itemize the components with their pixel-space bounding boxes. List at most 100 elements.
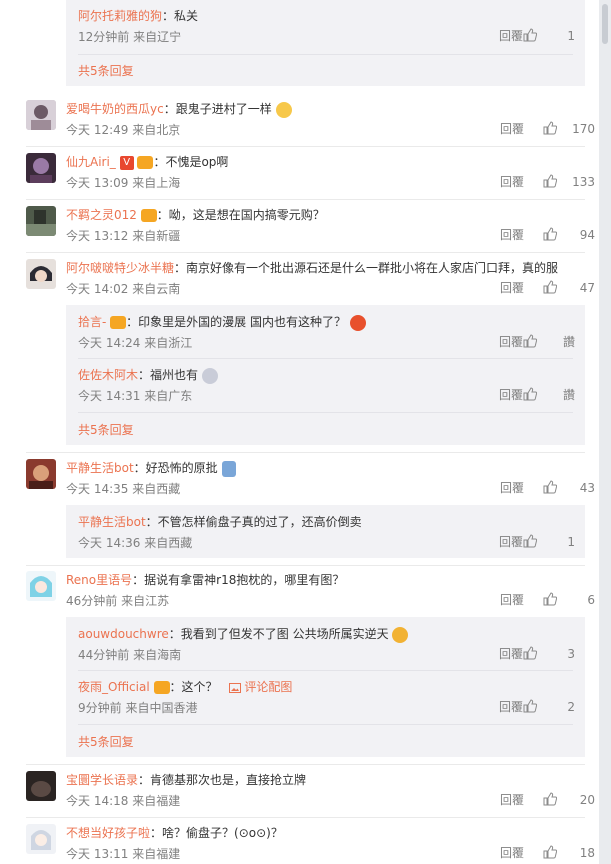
thumbs-up-icon <box>523 28 537 42</box>
like-count: 18 <box>579 846 595 860</box>
reply-username[interactable]: 平静生活bot <box>78 515 146 529</box>
like-count: 6 <box>587 593 595 607</box>
view-more-replies[interactable]: 共5条回复 <box>78 733 134 751</box>
reply-button[interactable]: 回覆 <box>499 386 523 404</box>
like-button[interactable]: 讚 <box>523 386 575 404</box>
like-count: 讚 <box>562 388 575 402</box>
reply-thread: aouwdouchwre：我看到了但发不了图 公共场所属实逆天 44分钟前 来自… <box>66 617 585 757</box>
avatar[interactable] <box>26 206 56 236</box>
like-button[interactable]: 18 <box>543 844 595 862</box>
comment-meta: 46分钟前 来自江苏 <box>66 594 170 608</box>
like-count: 20 <box>579 793 595 807</box>
comment-text: ：啥？偷盘子？(⊙o⊙)？ <box>150 826 283 840</box>
comment-meta: 今天 13:09 来自上海 <box>66 176 181 190</box>
comment-meta: 今天 13:11 来自福建 <box>66 847 181 861</box>
avatar-image <box>26 771 56 801</box>
comment-text: ：南京好像有一个批出源石还是什么一群批小将在人家店门口拜，真的服 <box>174 261 559 275</box>
thumbs-up-icon <box>543 121 557 135</box>
like-button[interactable]: 43 <box>543 479 595 497</box>
like-count: 43 <box>579 481 595 495</box>
like-count: 47 <box>579 281 595 295</box>
reply-button[interactable]: 回覆 <box>500 791 524 809</box>
comment-username[interactable]: 平静生活bot <box>66 461 134 475</box>
comment-meta: 今天 12:49 来自北京 <box>66 123 181 137</box>
like-count: 1 <box>567 29 575 43</box>
reply-text: ：福州也有 <box>138 368 199 382</box>
reply-button[interactable]: 回覆 <box>500 120 524 138</box>
like-count: 2 <box>567 700 575 714</box>
thumbs-up-icon <box>523 387 537 401</box>
thumbs-up-icon <box>543 280 557 294</box>
level-badge-icon <box>110 316 127 329</box>
view-more-replies[interactable]: 共5条回复 <box>78 421 134 439</box>
reply-button[interactable]: 回覆 <box>499 27 523 45</box>
laugh-emoji-icon <box>392 626 409 643</box>
reply-meta: 12分钟前 来自辽宁 <box>78 30 182 44</box>
shock-emoji-icon <box>201 367 218 384</box>
like-button[interactable]: 6 <box>543 591 595 609</box>
reply-button[interactable]: 回覆 <box>499 698 523 716</box>
comment-username[interactable]: Reno里语号 <box>66 573 132 587</box>
like-button[interactable]: 2 <box>523 698 575 716</box>
reply-button[interactable]: 回覆 <box>499 533 523 551</box>
avatar[interactable] <box>26 153 56 183</box>
reply-button[interactable]: 回覆 <box>500 591 524 609</box>
thumbs-up-icon <box>523 699 537 713</box>
reply-button[interactable]: 回覆 <box>500 279 524 297</box>
like-button[interactable]: 1 <box>523 533 575 551</box>
reply-text: ：私关 <box>162 9 199 23</box>
avatar-image <box>26 824 56 854</box>
avatar-image <box>26 206 56 236</box>
comment-image-link[interactable]: 评论配图 <box>229 680 292 694</box>
reply-button[interactable]: 回覆 <box>500 844 524 862</box>
like-count: 170 <box>572 122 595 136</box>
comment-username[interactable]: 阿尔啵啵特少冰半糖 <box>66 261 174 275</box>
reply-username[interactable]: 夜雨_Official <box>78 680 150 694</box>
avatar[interactable] <box>26 100 56 130</box>
like-button[interactable]: 47 <box>543 279 595 297</box>
reply-meta: 今天 14:36 来自西藏 <box>78 536 193 550</box>
avatar[interactable] <box>26 771 56 801</box>
view-more-replies[interactable]: 共5条回复 <box>78 62 134 80</box>
comment-username[interactable]: 宝圜学长语录 <box>66 773 138 787</box>
comment-text: ：据说有拿雷神r18抱枕的，哪里有图？ <box>132 573 345 587</box>
scrollbar-thumb[interactable] <box>602 4 608 44</box>
comment-text: ：肯德基那次也是，直接抢立牌 <box>138 773 307 787</box>
angry-emoji-icon <box>349 314 366 331</box>
comment-username[interactable]: 不羁之灵012 <box>66 208 137 222</box>
reply-username[interactable]: 拾言- <box>78 315 106 329</box>
vip-badge-icon: V <box>119 155 134 170</box>
avatar[interactable] <box>26 459 56 489</box>
avatar-image <box>26 100 56 130</box>
like-button[interactable]: 20 <box>543 791 595 809</box>
like-button[interactable]: 94 <box>543 226 595 244</box>
sticker-emoji-icon <box>221 460 236 477</box>
reply-button[interactable]: 回覆 <box>499 333 523 351</box>
scrollbar[interactable] <box>599 0 611 864</box>
avatar[interactable] <box>26 824 56 854</box>
comment-text: ：跟鬼子进村了一样 <box>163 102 272 116</box>
reply-username[interactable]: aouwdouchwre <box>78 627 169 641</box>
avatar[interactable] <box>26 571 56 601</box>
reply-meta: 44分钟前 来自海南 <box>78 648 182 662</box>
reply-button[interactable]: 回覆 <box>500 173 524 191</box>
avatar[interactable] <box>26 259 56 289</box>
reply-button[interactable]: 回覆 <box>500 226 524 244</box>
reply-button[interactable]: 回覆 <box>500 479 524 497</box>
level-badge-icon <box>137 156 154 169</box>
comment-meta: 今天 14:02 来自云南 <box>66 282 181 296</box>
comment-meta: 今天 14:35 来自西藏 <box>66 482 181 496</box>
reply-button[interactable]: 回覆 <box>499 645 523 663</box>
like-button[interactable]: 1 <box>523 27 575 45</box>
avatar-image <box>26 153 56 183</box>
comment-username[interactable]: 不想当好孩子啦 <box>66 826 150 840</box>
like-button[interactable]: 3 <box>523 645 575 663</box>
comment-username[interactable]: 仙九Airi_ <box>66 155 116 169</box>
like-button[interactable]: 讚 <box>523 333 575 351</box>
like-button[interactable]: 170 <box>543 120 595 138</box>
like-button[interactable]: 133 <box>543 173 595 191</box>
comment-username[interactable]: 爱喝牛奶的西瓜yc <box>66 102 164 116</box>
like-count: 3 <box>567 647 575 661</box>
reply-username[interactable]: 阿尔托莉雅的狗 <box>78 9 162 23</box>
reply-username[interactable]: 佐佐木阿木 <box>78 368 138 382</box>
